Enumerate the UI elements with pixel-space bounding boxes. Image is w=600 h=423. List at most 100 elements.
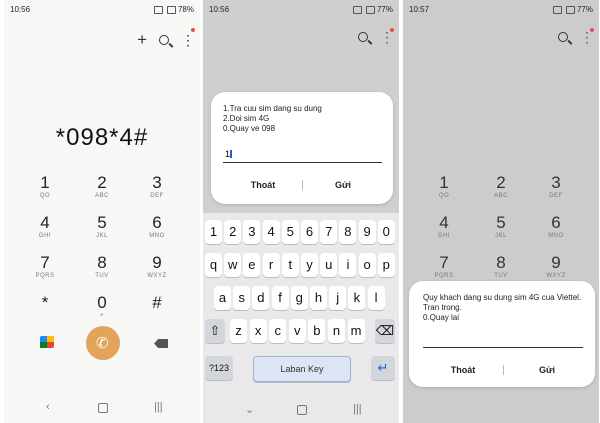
dial-key-letters [132, 313, 182, 321]
key-l[interactable]: l [367, 286, 385, 310]
dial-key-digit: 7 [439, 253, 449, 272]
recents-nav-icon[interactable]: ||| [154, 401, 163, 413]
dial-key[interactable]: 8 TUV [476, 253, 526, 281]
key-c[interactable]: c [269, 319, 287, 343]
key-a[interactable]: a [214, 286, 231, 310]
key-u[interactable]: u [320, 253, 338, 277]
key-2[interactable]: 2 [224, 220, 242, 244]
dial-key[interactable]: 3 DEF [531, 173, 581, 201]
key-4[interactable]: 4 [262, 220, 280, 244]
dial-key[interactable]: 6 MNO [531, 213, 581, 241]
status-right: 77% [551, 5, 593, 14]
key-o[interactable]: o [358, 253, 376, 277]
key-x[interactable]: x [249, 319, 267, 343]
key-t[interactable]: t [281, 253, 299, 277]
shift-key[interactable]: ⇧ [205, 319, 225, 343]
symbols-key[interactable]: ?123 [205, 356, 233, 380]
key-m[interactable]: m [347, 319, 365, 343]
call-button[interactable]: ✆ [86, 326, 120, 360]
dial-key-digit: 3 [152, 173, 162, 192]
dial-key[interactable]: 4 GHI [419, 213, 469, 241]
key-p[interactable]: p [377, 253, 395, 277]
key-y[interactable]: y [301, 253, 318, 277]
key-r[interactable]: r [262, 253, 280, 277]
cancel-button[interactable]: Thoát [433, 365, 493, 375]
reply-input[interactable]: 1 [223, 146, 382, 163]
key-z[interactable]: z [230, 319, 247, 343]
reply-input[interactable] [423, 333, 583, 348]
search-icon[interactable] [558, 32, 568, 42]
dial-key[interactable]: 1 QO [20, 173, 70, 201]
dialer-toolbar: + ⋮ [137, 30, 195, 50]
key-6[interactable]: 6 [301, 220, 318, 244]
dial-key[interactable]: 2 ABC [77, 173, 127, 201]
key-s[interactable]: s [233, 286, 251, 310]
hide-keyboard-icon[interactable]: ⌄ [245, 403, 254, 416]
enter-key[interactable]: ↵ [371, 356, 395, 380]
dial-key-letters: TUV [494, 273, 508, 279]
ussd-menu-screen: 10:56 77% ⋮ 1.Tra cuu sim dang su dung 2… [203, 0, 399, 423]
key-5[interactable]: 5 [281, 220, 299, 244]
dialer-toolbar: ⋮ [558, 30, 594, 44]
dial-key[interactable]: 8 TUV [77, 253, 127, 281]
menu-line: 2.Doi sim 4G [223, 114, 270, 123]
dial-key-letters: QO [438, 193, 450, 199]
key-0[interactable]: 0 [377, 220, 395, 244]
cancel-button[interactable]: Thoát [233, 180, 293, 190]
dial-key[interactable]: 9 WXYZ [531, 253, 581, 281]
dial-key-digit: 2 [97, 173, 107, 192]
send-button[interactable]: Gửi [517, 365, 577, 375]
dial-key[interactable]: # [132, 293, 182, 321]
backspace-icon[interactable] [154, 339, 168, 348]
dial-key[interactable]: 4 GHI [20, 213, 70, 241]
key-f[interactable]: f [271, 286, 289, 310]
key-v[interactable]: v [288, 319, 306, 343]
key-d[interactable]: d [252, 286, 270, 310]
dial-key[interactable]: 6 MNO [132, 213, 182, 241]
back-nav-icon[interactable]: ‹ [46, 401, 50, 413]
dial-key-digit: 7 [40, 253, 50, 272]
key-1[interactable]: 1 [205, 220, 222, 244]
recents-nav-icon[interactable]: ||| [353, 403, 362, 415]
key-3[interactable]: 3 [243, 220, 261, 244]
dial-key-digit: 1 [40, 173, 50, 192]
dial-key[interactable]: 5 JKL [77, 213, 127, 241]
key-7[interactable]: 7 [320, 220, 338, 244]
send-button[interactable]: Gửi [313, 180, 373, 190]
dial-key[interactable]: 9 WXYZ [132, 253, 182, 281]
status-right: 78% [152, 5, 194, 14]
key-n[interactable]: n [328, 319, 345, 343]
search-icon[interactable] [358, 32, 368, 42]
more-options-icon[interactable]: ⋮ [380, 30, 394, 44]
backspace-key[interactable]: ⌫ [375, 319, 395, 343]
more-options-icon[interactable]: ⋮ [580, 30, 594, 44]
key-g[interactable]: g [290, 286, 308, 310]
key-b[interactable]: b [308, 319, 326, 343]
dial-key[interactable]: 3 DEF [132, 173, 182, 201]
space-key[interactable]: Laban Key [253, 356, 351, 382]
dial-key[interactable]: 2 ABC [476, 173, 526, 201]
dial-key-letters: GHI [437, 233, 451, 239]
google-meet-icon[interactable] [40, 336, 54, 348]
key-8[interactable]: 8 [339, 220, 357, 244]
dial-key[interactable]: 1 QO [419, 173, 469, 201]
key-e[interactable]: e [243, 253, 261, 277]
key-k[interactable]: k [348, 286, 366, 310]
key-j[interactable]: j [329, 286, 347, 310]
dial-key[interactable]: * [20, 293, 70, 321]
dial-key-letters: PQRS [434, 273, 454, 279]
key-q[interactable]: q [205, 253, 222, 277]
dial-key[interactable]: 5 JKL [476, 213, 526, 241]
more-options-icon[interactable]: ⋮ [181, 33, 195, 47]
key-9[interactable]: 9 [358, 220, 376, 244]
add-icon[interactable]: + [137, 30, 147, 50]
dial-key[interactable]: 0 + [77, 293, 127, 321]
search-icon[interactable] [159, 35, 169, 45]
dial-key[interactable]: 7 PQRS [20, 253, 70, 281]
key-i[interactable]: i [339, 253, 357, 277]
wifi-icon [166, 5, 176, 14]
key-h[interactable]: h [310, 286, 327, 310]
key-w[interactable]: w [224, 253, 242, 277]
ussd-response-screen: 10:57 77% ⋮ 1 QO 2 ABC 3 DEF 4 GHI 5 JKL 6 MNO 7 PQRS… [403, 0, 599, 423]
dial-key[interactable]: 7 PQRS [419, 253, 469, 281]
